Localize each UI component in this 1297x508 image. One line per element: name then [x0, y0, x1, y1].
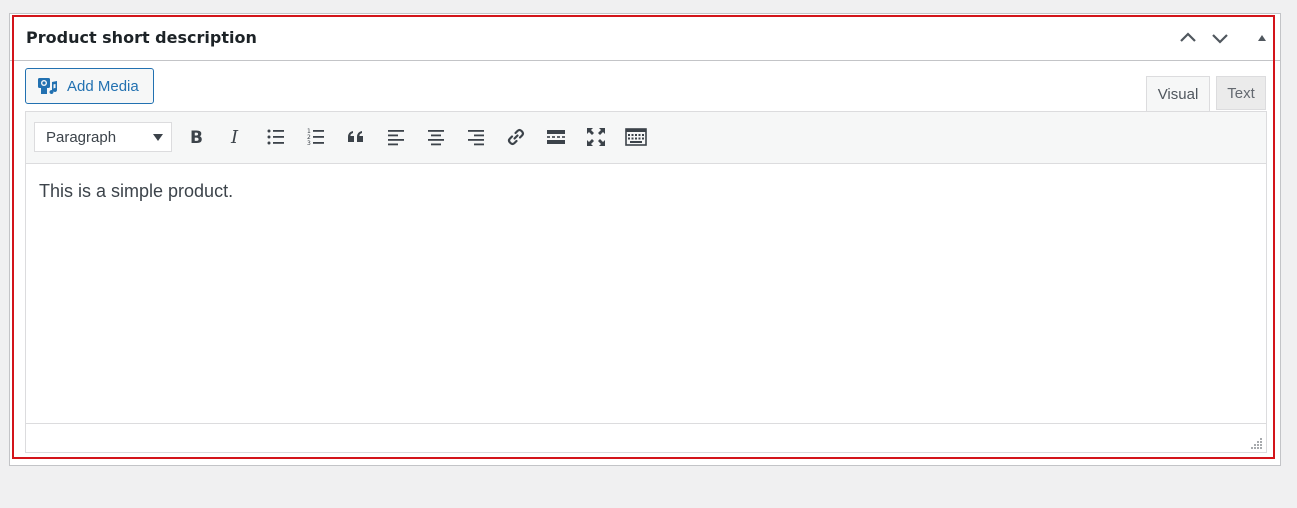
align-right-button[interactable]: [463, 124, 489, 150]
editor-paragraph: This is a simple product.: [39, 181, 234, 201]
tab-visual[interactable]: Visual: [1146, 76, 1210, 112]
format-select[interactable]: Paragraph: [34, 122, 172, 152]
bulleted-list-button[interactable]: [263, 124, 289, 150]
triangle-up-icon: [1258, 35, 1266, 41]
toggle-panel-button[interactable]: [1250, 26, 1274, 50]
blockquote-button[interactable]: [343, 124, 369, 150]
bold-icon: B: [190, 128, 203, 147]
toolbar-toggle-button[interactable]: [623, 124, 649, 150]
format-select-value: Paragraph: [46, 128, 117, 146]
move-up-button[interactable]: [1176, 26, 1200, 50]
toolbar-toggle-icon: [625, 128, 647, 146]
resize-handle-icon[interactable]: [1251, 437, 1263, 449]
add-media-label: Add Media: [67, 77, 139, 95]
chevron-down-icon: [1212, 34, 1228, 44]
bold-button[interactable]: B: [183, 124, 209, 150]
fullscreen-icon: [587, 128, 605, 146]
chevron-up-icon: [1180, 32, 1196, 42]
editor-toolbar: Paragraph B I 1 2 3: [26, 112, 1266, 164]
svg-text:B: B: [190, 128, 203, 147]
align-right-icon: [468, 130, 484, 146]
align-center-button[interactable]: [423, 124, 449, 150]
align-center-icon: [428, 130, 444, 146]
wysiwyg-editor: Paragraph B I 1 2 3 This is a simple pro…: [25, 111, 1267, 453]
tab-text[interactable]: Text: [1216, 76, 1266, 110]
svg-text:3: 3: [307, 140, 311, 147]
bulleted-list-icon: [267, 129, 284, 145]
move-down-button[interactable]: [1208, 26, 1232, 50]
editor-statusbar: [26, 423, 1266, 452]
link-icon: [507, 128, 525, 146]
numbered-list-button[interactable]: 1 2 3: [303, 124, 329, 150]
metabox-header: Product short description: [10, 14, 1280, 61]
italic-button[interactable]: I: [223, 124, 249, 150]
align-left-icon: [388, 130, 404, 146]
metabox-title: Product short description: [26, 28, 257, 47]
fullscreen-button[interactable]: [583, 124, 609, 150]
product-short-description-metabox: Product short description Add Media Visu…: [9, 13, 1281, 466]
svg-text:I: I: [230, 127, 239, 147]
numbered-list-icon: 1 2 3: [307, 128, 324, 147]
read-more-button[interactable]: [543, 124, 569, 150]
add-media-button[interactable]: Add Media: [25, 68, 154, 104]
editor-content-area[interactable]: This is a simple product.: [26, 164, 1266, 424]
read-more-icon: [547, 130, 565, 144]
align-left-button[interactable]: [383, 124, 409, 150]
insert-link-button[interactable]: [503, 124, 529, 150]
add-media-icon: [37, 76, 59, 96]
caret-down-icon: [153, 134, 163, 141]
italic-icon: I: [230, 127, 239, 147]
blockquote-icon: [348, 131, 363, 142]
